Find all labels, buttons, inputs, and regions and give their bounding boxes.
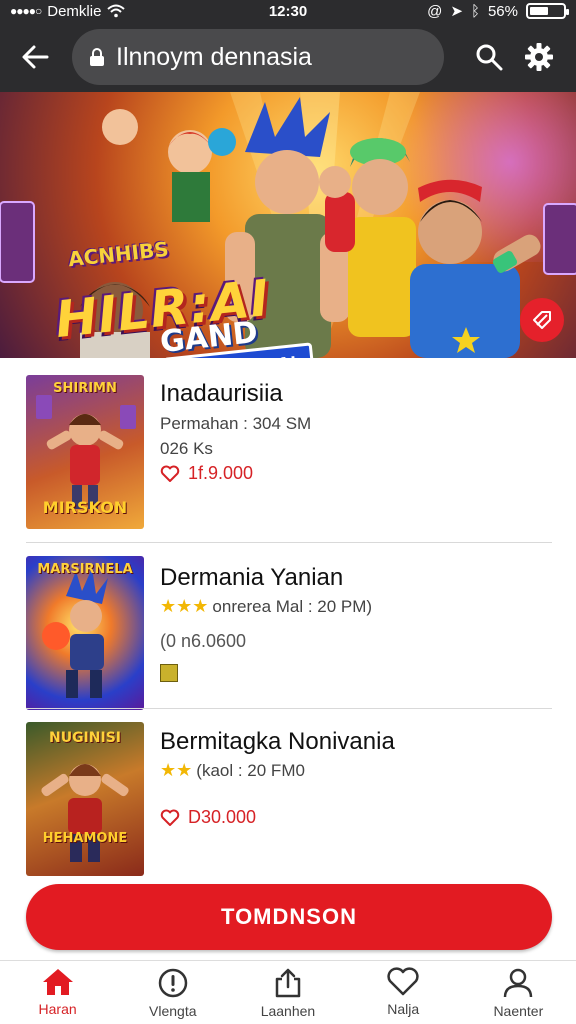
price-text: 1f.9.000: [188, 463, 254, 483]
nav-label: Naenter: [493, 1003, 544, 1019]
profile-icon: [504, 968, 533, 998]
item-meta: ★★ (kaol : 20 FM0: [160, 760, 305, 780]
wifi-icon: [107, 4, 126, 18]
item-price: D30.000: [160, 807, 256, 828]
rating-stars-icon: ★★★: [160, 596, 209, 616]
battery-icon: [526, 3, 569, 19]
heart-icon: [160, 809, 180, 826]
item-meta: ★★★ onrerea Mal : 20 PM): [160, 596, 373, 616]
divider: [26, 542, 552, 543]
item-meta: Permahan : 304 SM: [160, 414, 312, 433]
alert-circle-icon: [158, 968, 188, 998]
list-item[interactable]: SHIRIMN MIRSKON Inadaurisiia Permahan : …: [0, 358, 576, 529]
item-title: Dermania Yanian: [160, 564, 344, 591]
thumbnail-title: MARSIRNELA: [37, 562, 133, 577]
nav-label: Laanhen: [260, 1003, 316, 1019]
app-bar: Ilnnoym dennasia: [0, 22, 576, 92]
game-thumbnail: MARSIRNELA: [26, 556, 144, 710]
heart-icon: [160, 465, 180, 482]
thumbnail-title: SHIRIMN: [53, 381, 117, 396]
item-title: Bermitagka Nonivania: [160, 728, 395, 755]
tag-icon: [533, 311, 551, 329]
bottom-navigation: Haran Vlengta Laanhen Nalja Naenter: [0, 960, 576, 1024]
nav-item-favorites[interactable]: Nalja: [346, 961, 461, 1024]
item-title: Inadaurisiia: [160, 380, 283, 407]
signal-icon: ●●●●○: [10, 4, 42, 18]
nav-label: Haran: [38, 1001, 77, 1017]
home-icon: [42, 969, 73, 995]
bluetooth-icon: ᛒ: [470, 2, 480, 20]
item-price: (0 n6.0600: [160, 631, 246, 652]
nav-item-profile[interactable]: Naenter: [461, 961, 576, 1024]
list-item[interactable]: NUGINISI HEHAMONE Bermitagka Nonivania ★…: [0, 710, 576, 876]
location-icon: ➤: [450, 3, 463, 20]
banner-action-button[interactable]: [520, 298, 564, 342]
thumbnail-title: NUGINISI: [48, 730, 121, 746]
item-price: 1f.9.000: [160, 463, 253, 484]
status-bar: ●●●●○ Demklie 12:30 @ ➤ ᛒ 56%: [0, 0, 576, 22]
thumbnail-caption: HEHAMONE: [42, 831, 128, 846]
at-icon: @: [427, 2, 443, 20]
game-thumbnail: NUGINISI HEHAMONE: [26, 722, 144, 876]
share-icon: [275, 968, 301, 998]
battery-percent: 56%: [487, 2, 518, 20]
price-text: (0 n6.0600: [160, 631, 247, 651]
back-button[interactable]: [12, 34, 58, 80]
rating-stars-icon: ★★: [160, 760, 193, 780]
url-bar[interactable]: Ilnnoym dennasia: [72, 29, 444, 85]
arrow-left-icon: [22, 45, 49, 69]
nav-label: Nalja: [387, 1001, 420, 1017]
hero-banner[interactable]: ACNHIBS HILR:AI GAND PERRDIAN: [0, 92, 576, 358]
status-time: 12:30: [268, 2, 308, 20]
carrier-name: Demklie: [47, 2, 102, 20]
heart-icon: [387, 967, 419, 996]
search-button[interactable]: [464, 32, 514, 82]
nav-item-share[interactable]: Laanhen: [230, 961, 345, 1024]
primary-action-button[interactable]: TOMDNSON: [26, 884, 552, 950]
game-thumbnail: SHIRIMN MIRSKON: [26, 375, 144, 529]
url-text: Ilnnoym dennasia: [116, 42, 312, 71]
thumbnail-caption: MIRSKON: [42, 498, 128, 517]
item-size: 026 Ks: [160, 439, 213, 458]
nav-item-alerts[interactable]: Vlengta: [115, 961, 230, 1024]
lock-icon: [90, 48, 104, 66]
nav-label: Vlengta: [149, 1003, 197, 1019]
list-item[interactable]: MARSIRNELA Dermania Yanian ★★★ onrerea Ma…: [0, 544, 576, 710]
badge-icon: [160, 664, 178, 682]
nav-item-home[interactable]: Haran: [0, 961, 115, 1024]
divider: [26, 708, 552, 709]
price-text: D30.000: [188, 807, 257, 827]
settings-button[interactable]: [514, 32, 564, 82]
battery-level: [530, 7, 548, 15]
gear-icon: [525, 43, 553, 71]
search-icon: [476, 44, 503, 71]
